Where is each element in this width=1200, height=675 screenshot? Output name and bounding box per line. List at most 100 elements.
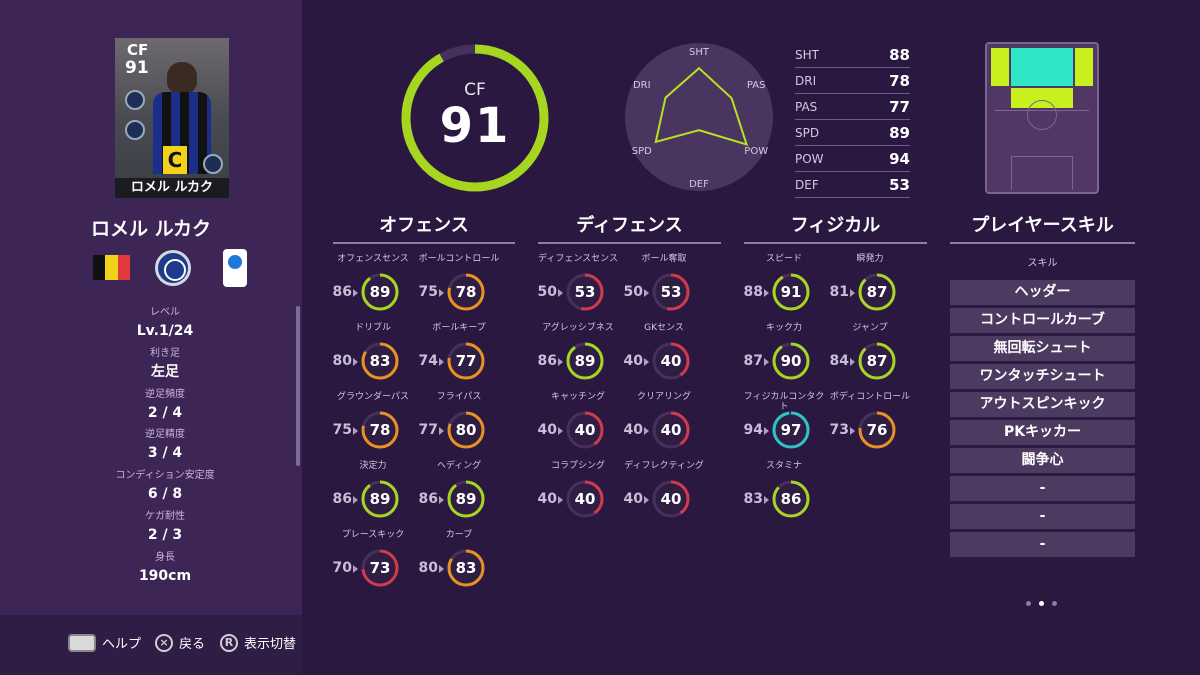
- ability-base-value: 80: [418, 560, 438, 576]
- stat-row-def: DEF 53: [795, 172, 910, 198]
- ability-value: 89: [369, 283, 391, 301]
- boost-arrow-icon: [850, 358, 855, 366]
- player-info-list: レベル Lv.1/24 利き足 左足 逆足頻度 2 / 4 逆足精度 3 / 4 コンディション…: [30, 306, 300, 592]
- boost-arrow-icon: [764, 358, 769, 366]
- radar-label-sht: SHT: [689, 47, 710, 58]
- club-crest-icon: [125, 120, 145, 140]
- ability-offense: ボールキープ 74 77: [416, 323, 502, 385]
- physical-header: フィジカル: [744, 214, 927, 244]
- button-hints-bar: ヘルプ × 戻る R 表示切替: [0, 615, 302, 675]
- radar-label-dri: DRI: [633, 80, 651, 91]
- ability-value: 80: [455, 421, 477, 439]
- ability-base-value: 94: [743, 422, 763, 438]
- overall-value: 91: [439, 98, 511, 154]
- ability-base-value: 83: [743, 491, 763, 507]
- info-value: Lv.1/24: [136, 323, 194, 339]
- skill-item[interactable]: -: [950, 504, 1135, 529]
- ability-name: フライパス: [436, 392, 482, 402]
- boost-arrow-icon: [558, 427, 563, 435]
- skill-item[interactable]: -: [950, 532, 1135, 557]
- info-value: 3 / 4: [147, 445, 183, 462]
- card-overall: 91: [125, 58, 149, 78]
- ability-offense: ボールコントロール 75 78: [416, 254, 502, 316]
- ability-name: ディフェンスセンス: [537, 254, 618, 264]
- ability-value: 89: [574, 352, 596, 370]
- club-crest-icon: [203, 154, 223, 174]
- skill-item[interactable]: -: [950, 476, 1135, 501]
- boost-arrow-icon: [439, 358, 444, 366]
- page-dot[interactable]: [1039, 601, 1044, 606]
- ability-name: クリアリング: [636, 392, 691, 402]
- ability-offense: グラウンダーパス 75 78: [330, 392, 416, 454]
- radar-label-pow: POW: [744, 146, 768, 157]
- ability-physical: ジャンプ 84 87: [827, 323, 913, 385]
- ability-base-value: 86: [332, 284, 352, 300]
- stat-label: SPD: [795, 125, 820, 140]
- ability-name: 決定力: [359, 461, 387, 471]
- ability-value: 53: [660, 283, 682, 301]
- boost-arrow-icon: [558, 289, 563, 297]
- position-rwf-zone: [1075, 48, 1093, 86]
- skill-item[interactable]: PKキッカー: [950, 420, 1135, 445]
- ability-base-value: 75: [418, 284, 438, 300]
- ability-base-value: 73: [829, 422, 849, 438]
- ability-name: スピード: [765, 254, 802, 264]
- ability-defense: ディフレクティング 40 40: [621, 461, 707, 523]
- radar-label-pas: PAS: [747, 80, 766, 91]
- toggle-view-label: 表示切替: [244, 637, 297, 652]
- boost-arrow-icon: [439, 565, 444, 573]
- stat-row-pow: POW 94: [795, 146, 910, 172]
- ability-base-value: 40: [623, 491, 643, 507]
- player-name: ロメル ルカク: [90, 218, 212, 240]
- info-scrollbar[interactable]: [296, 306, 300, 466]
- ability-name: 瞬発力: [856, 254, 884, 264]
- skill-item[interactable]: ワンタッチシュート: [950, 364, 1135, 389]
- skill-item[interactable]: コントロールカーブ: [950, 308, 1135, 333]
- stat-row-sht: SHT 88: [795, 42, 910, 68]
- flag-stripe: [93, 255, 106, 280]
- ability-name: ボディコントロール: [829, 392, 911, 402]
- ability-value: 86: [780, 490, 802, 508]
- ability-offense: ドリブル 80 83: [330, 323, 416, 385]
- ability-value: 90: [780, 352, 802, 370]
- ability-offense: フライパス 77 80: [416, 392, 502, 454]
- ability-value: 97: [780, 421, 802, 439]
- page-dot[interactable]: [1026, 601, 1031, 606]
- info-value: 2 / 3: [147, 526, 183, 543]
- flag-stripe: [117, 255, 130, 280]
- toggle-view-hint[interactable]: R 表示切替: [220, 633, 296, 652]
- boost-arrow-icon: [353, 289, 358, 297]
- boost-arrow-icon: [644, 427, 649, 435]
- ability-value: 40: [660, 352, 682, 370]
- ability-base-value: 50: [623, 284, 643, 300]
- boost-arrow-icon: [644, 289, 649, 297]
- position-map: [985, 42, 1099, 194]
- ability-defense: アグレッシブネス 86 89: [535, 323, 621, 385]
- ability-value: 78: [369, 421, 391, 439]
- page-dot[interactable]: [1052, 601, 1057, 606]
- ability-value: 78: [455, 283, 477, 301]
- ability-base-value: 74: [418, 353, 438, 369]
- ability-base-value: 87: [743, 353, 763, 369]
- ability-base-value: 81: [829, 284, 849, 300]
- flag-stripe: [105, 255, 118, 280]
- help-hint[interactable]: ヘルプ: [68, 633, 141, 652]
- stat-label: POW: [795, 151, 824, 166]
- skill-item[interactable]: ヘッダー: [950, 280, 1135, 305]
- ability-defense: ボール奪取 50 53: [621, 254, 707, 316]
- back-hint[interactable]: × 戻る: [155, 633, 205, 652]
- ability-value: 40: [574, 421, 596, 439]
- ability-value: 40: [574, 490, 596, 508]
- skill-item[interactable]: 闘争心: [950, 448, 1135, 473]
- player-photo-head: [167, 62, 197, 94]
- attribute-radar: SHT PAS POW DEF SPD DRI: [625, 43, 773, 191]
- ability-defense: コラプシング 40 40: [535, 461, 621, 523]
- boost-arrow-icon: [353, 427, 358, 435]
- pitch-center-circle: [1027, 100, 1057, 130]
- ability-physical: フィジカルコンタクト 94 97: [741, 392, 827, 454]
- overall-position: CF: [464, 80, 486, 100]
- ability-name: コラプシング: [550, 461, 605, 471]
- boost-arrow-icon: [558, 358, 563, 366]
- skill-item[interactable]: 無回転シュート: [950, 336, 1135, 361]
- skill-item[interactable]: アウトスピンキック: [950, 392, 1135, 417]
